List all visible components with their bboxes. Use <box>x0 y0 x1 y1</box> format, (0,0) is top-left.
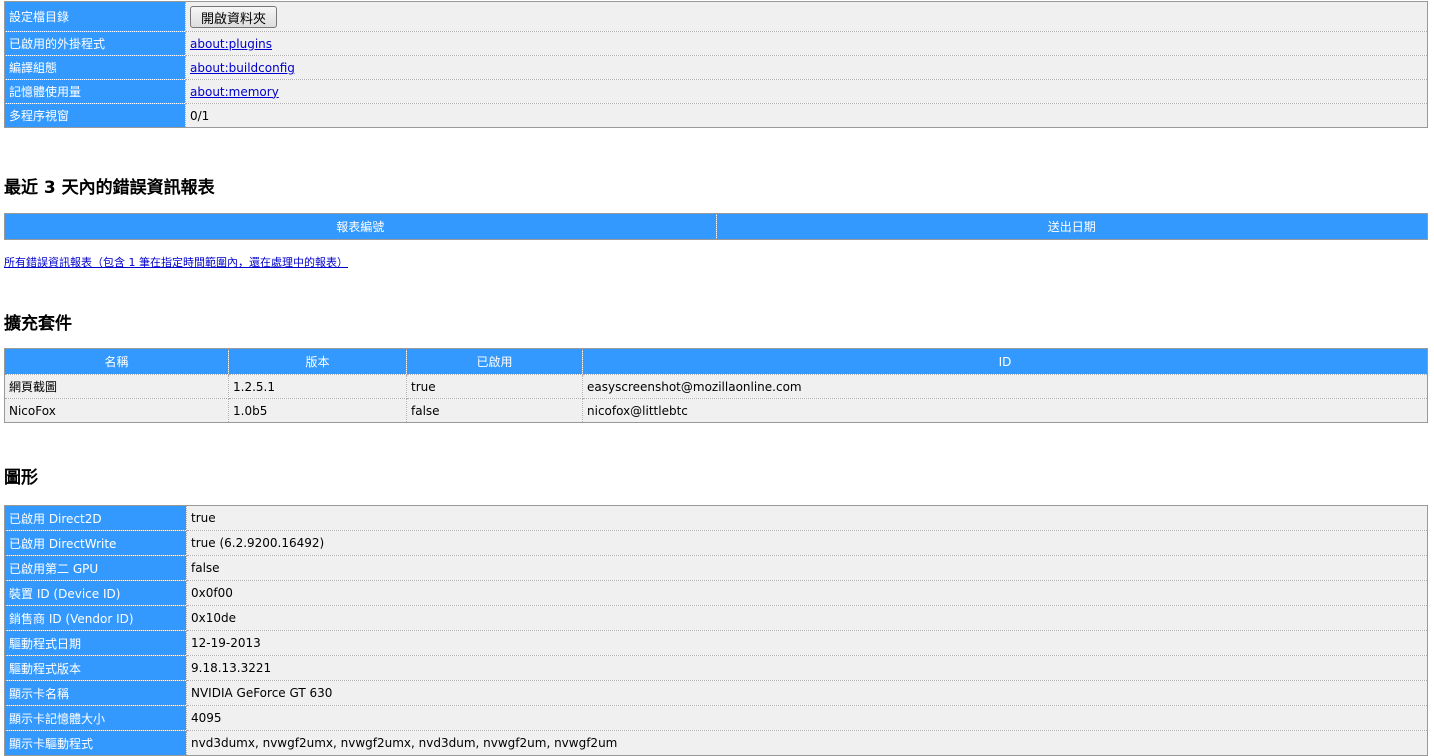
table-row: 驅動程式日期 12-19-2013 <box>4 630 1428 656</box>
graphics-heading: 圖形 <box>4 468 38 488</box>
row-label: 顯示卡驅動程式 <box>4 730 187 756</box>
table-row: 顯示卡記憶體大小 4095 <box>4 705 1428 731</box>
row-label: 顯示卡名稱 <box>4 680 187 706</box>
row-value: 0x0f00 <box>186 580 1428 606</box>
table-row: 已啟用第二 GPU false <box>4 555 1428 581</box>
row-label: 驅動程式日期 <box>4 630 187 656</box>
table-row: 驅動程式版本 9.18.13.3221 <box>4 655 1428 681</box>
extension-id: easyscreenshot@mozillaonline.com <box>582 374 1428 399</box>
row-label: 已啟用的外掛程式 <box>4 31 186 56</box>
row-value: NVIDIA GeForce GT 630 <box>186 680 1428 706</box>
table-row: 網頁截圖 1.2.5.1 true easyscreenshot@mozillaonl… <box>4 374 1428 399</box>
column-header-version: 版本 <box>228 348 407 375</box>
table-row: 裝置 ID (Device ID) 0x0f00 <box>4 580 1428 606</box>
row-value: true (6.2.9200.16492) <box>186 530 1428 556</box>
table-row: 銷售商 ID (Vendor ID) 0x10de <box>4 605 1428 631</box>
row-label: 記憶體使用量 <box>4 79 186 104</box>
table-row: 記憶體使用量 about:memory <box>4 79 1428 104</box>
row-value: 0/1 <box>185 103 1428 128</box>
row-value: true <box>186 505 1428 531</box>
row-label: 驅動程式版本 <box>4 655 187 681</box>
extensions-heading: 擴充套件 <box>4 314 72 334</box>
column-header-enabled: 已啟用 <box>406 348 583 375</box>
extension-name: NicoFox <box>4 398 229 423</box>
crash-reports-heading: 最近 3 天內的錯誤資訊報表 <box>4 178 215 198</box>
column-header-report-id: 報表編號 <box>4 213 717 240</box>
crash-reports-table: 報表編號 送出日期 <box>4 213 1428 240</box>
row-value: 9.18.13.3221 <box>186 655 1428 681</box>
row-label: 編譯組態 <box>4 55 186 80</box>
crash-reports-section: 報表編號 送出日期 <box>4 213 1428 240</box>
table-row: 已啟用 DirectWrite true (6.2.9200.16492) <box>4 530 1428 556</box>
row-value: 4095 <box>186 705 1428 731</box>
column-header-id: ID <box>582 348 1428 375</box>
row-value: nvd3dumx, nvwgf2umx, nvwgf2umx, nvd3dum,… <box>186 730 1428 756</box>
extensions-table: 名稱 版本 已啟用 ID 網頁截圖 1.2.5.1 true easyscreenshot@… <box>4 348 1428 423</box>
table-row: 顯示卡驅動程式 nvd3dumx, nvwgf2umx, nvwgf2umx, n… <box>4 730 1428 756</box>
row-label: 顯示卡記憶體大小 <box>4 705 187 731</box>
plugins-link[interactable]: about:plugins <box>190 37 272 51</box>
table-row: 顯示卡名稱 NVIDIA GeForce GT 630 <box>4 680 1428 706</box>
row-label: 已啟用 Direct2D <box>4 505 187 531</box>
column-header-name: 名稱 <box>4 348 229 375</box>
extension-enabled: true <box>406 374 583 399</box>
row-label: 多程序視窗 <box>4 103 186 128</box>
app-info-section: 設定檔目錄 開啟資料夾 已啟用的外掛程式 about:plugins 編譯組態 abo… <box>4 1 1428 128</box>
open-folder-button[interactable]: 開啟資料夾 <box>190 5 278 28</box>
table-row: 已啟用 Direct2D true <box>4 505 1428 531</box>
row-label: 設定檔目錄 <box>4 1 186 32</box>
row-value: false <box>186 555 1428 581</box>
table-row: 設定檔目錄 開啟資料夾 <box>4 1 1428 32</box>
table-row: 多程序視窗 0/1 <box>4 103 1428 128</box>
graphics-section: 已啟用 Direct2D true 已啟用 DirectWrite true (6.2… <box>4 505 1428 756</box>
column-header-submitted-date: 送出日期 <box>715 213 1428 240</box>
row-value: 12-19-2013 <box>186 630 1428 656</box>
extension-enabled: false <box>406 398 583 423</box>
extension-version: 1.2.5.1 <box>228 374 407 399</box>
row-value: 0x10de <box>186 605 1428 631</box>
table-row: 已啟用的外掛程式 about:plugins <box>4 31 1428 56</box>
row-label: 已啟用 DirectWrite <box>4 530 187 556</box>
row-label: 銷售商 ID (Vendor ID) <box>4 605 187 631</box>
app-info-table: 設定檔目錄 開啟資料夾 已啟用的外掛程式 about:plugins 編譯組態 abo… <box>4 1 1428 128</box>
extensions-section: 名稱 版本 已啟用 ID 網頁截圖 1.2.5.1 true easyscreenshot@… <box>4 348 1428 423</box>
graphics-table: 已啟用 Direct2D true 已啟用 DirectWrite true (6.2… <box>4 505 1428 756</box>
row-label: 裝置 ID (Device ID) <box>4 580 187 606</box>
table-row: NicoFox 1.0b5 false nicofox@littlebtc <box>4 398 1428 423</box>
buildconfig-link[interactable]: about:buildconfig <box>190 61 295 75</box>
table-row: 編譯組態 about:buildconfig <box>4 55 1428 80</box>
extension-name: 網頁截圖 <box>4 374 229 399</box>
all-crash-reports-link[interactable]: 所有錯誤資訊報表（包含 1 筆在指定時間範圍內，還在處理中的報表） <box>4 254 348 270</box>
extension-id: nicofox@littlebtc <box>582 398 1428 423</box>
extension-version: 1.0b5 <box>228 398 407 423</box>
memory-link[interactable]: about:memory <box>190 85 279 99</box>
row-label: 已啟用第二 GPU <box>4 555 187 581</box>
